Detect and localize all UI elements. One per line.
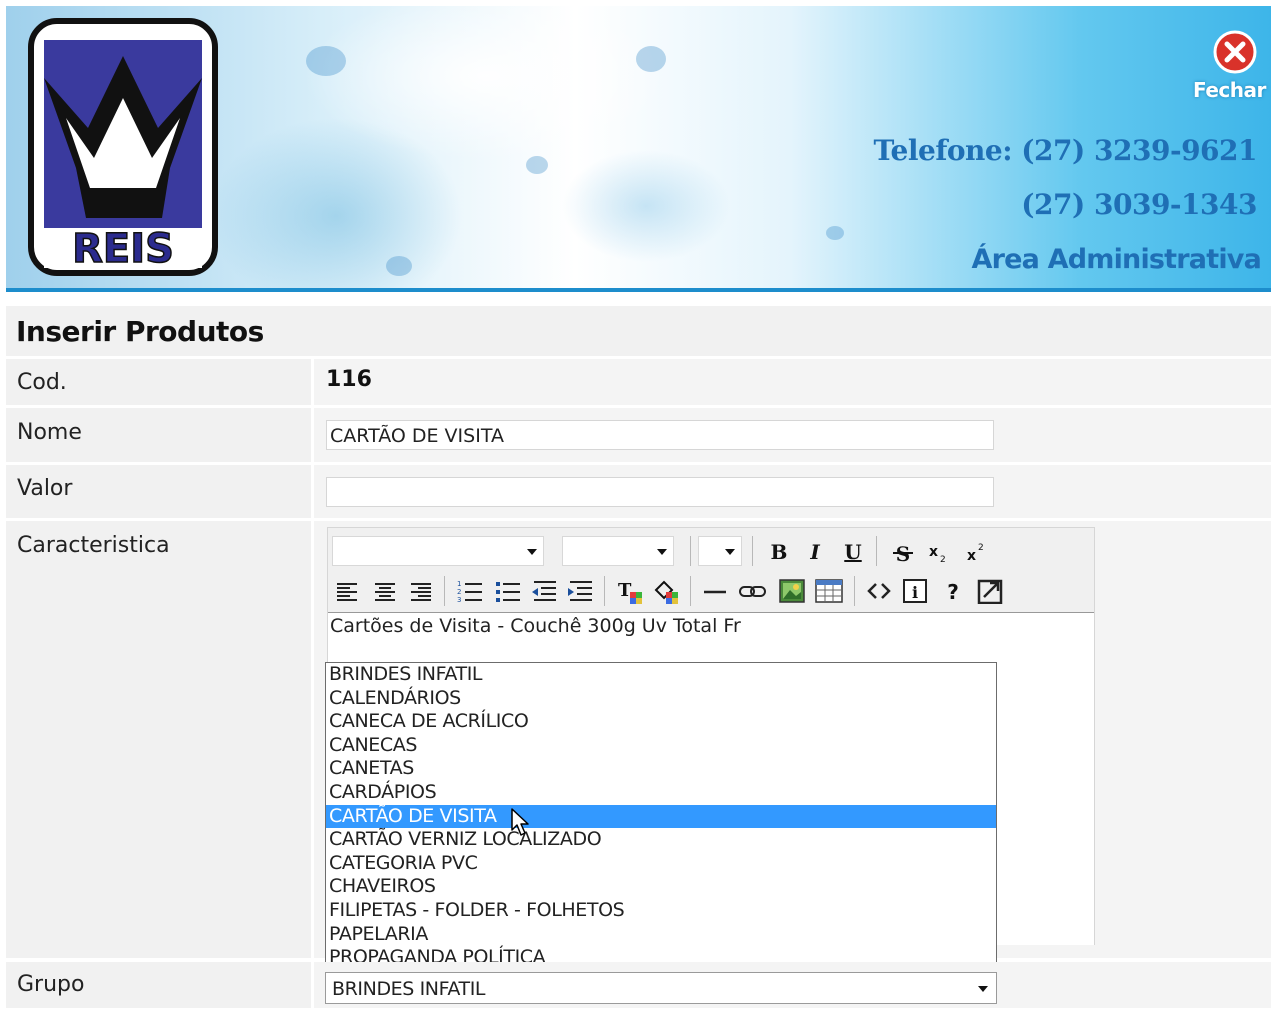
grupo-label-cell: Grupo bbox=[6, 962, 311, 1008]
valor-label: Valor bbox=[17, 476, 73, 501]
nome-input[interactable]: CARTÃO DE VISITA bbox=[326, 420, 994, 450]
svg-text:3: 3 bbox=[457, 596, 461, 604]
grupo-option[interactable]: CHAVEIROS bbox=[326, 875, 996, 899]
grupo-option[interactable]: PAPELARIA bbox=[326, 923, 996, 947]
grupo-option[interactable]: CARDÁPIOS bbox=[326, 781, 996, 805]
text-color-icon[interactable]: T bbox=[616, 578, 644, 604]
svg-text:2: 2 bbox=[457, 588, 461, 596]
horizontal-rule-icon[interactable] bbox=[702, 578, 728, 604]
valor-label-cell: Valor bbox=[6, 465, 311, 518]
toolbar-divider bbox=[690, 576, 691, 606]
grupo-label: Grupo bbox=[17, 972, 85, 997]
indent-icon[interactable] bbox=[566, 578, 594, 604]
title-row: Inserir Produtos bbox=[6, 306, 1271, 356]
valor-value-cell bbox=[314, 465, 1271, 518]
background-color-icon[interactable] bbox=[652, 578, 680, 604]
align-right-icon[interactable] bbox=[408, 578, 434, 604]
source-code-icon[interactable] bbox=[866, 578, 892, 604]
svg-text:T: T bbox=[618, 580, 632, 601]
nome-label-cell: Nome bbox=[6, 408, 311, 462]
link-icon[interactable] bbox=[738, 578, 768, 604]
bold-button[interactable]: B bbox=[766, 538, 792, 566]
unordered-list-icon[interactable] bbox=[494, 578, 522, 604]
fullscreen-icon[interactable] bbox=[976, 578, 1004, 604]
toolbar-divider bbox=[752, 536, 753, 566]
format-select[interactable] bbox=[698, 536, 742, 566]
cod-value-cell: 116 bbox=[314, 359, 1271, 405]
logo-text: REIS bbox=[72, 226, 174, 272]
phone-number-2: (27) 3039-1343 bbox=[1021, 188, 1257, 221]
grupo-selected-value: BRINDES INFATIL bbox=[332, 978, 486, 1000]
svg-text:2: 2 bbox=[940, 555, 946, 565]
grupo-option[interactable]: CARTÃO VERNIZ LOCALIZADO bbox=[326, 828, 996, 852]
grupo-option[interactable]: CANECA DE ACRÍLICO bbox=[326, 710, 996, 734]
toolbar-divider bbox=[604, 576, 605, 606]
valor-input[interactable] bbox=[326, 477, 994, 507]
strikethrough-icon[interactable]: S bbox=[890, 540, 916, 566]
grupo-option[interactable]: BRINDES INFATIL bbox=[326, 663, 996, 687]
toolbar-divider bbox=[876, 536, 877, 566]
image-icon[interactable] bbox=[778, 578, 806, 604]
chevron-down-icon bbox=[527, 549, 537, 555]
superscript-icon[interactable]: x2 bbox=[964, 540, 990, 566]
caracteristica-label: Caracteristica bbox=[17, 533, 170, 558]
close-button[interactable]: Fechar bbox=[1193, 30, 1266, 102]
close-label[interactable]: Fechar bbox=[1193, 78, 1266, 102]
font-size-select[interactable] bbox=[562, 536, 674, 566]
reis-logo: REIS bbox=[28, 18, 218, 276]
decor-splat bbox=[526, 156, 548, 174]
chevron-down-icon bbox=[657, 549, 667, 555]
nome-label: Nome bbox=[17, 420, 82, 445]
help-button[interactable]: ? bbox=[940, 578, 966, 606]
chevron-down-icon bbox=[725, 549, 735, 555]
nome-value-cell: CARTÃO DE VISITA bbox=[314, 408, 1271, 462]
phone-number-1: Telefone: (27) 3239-9621 bbox=[873, 134, 1257, 167]
svg-text:x: x bbox=[967, 548, 976, 564]
italic-button[interactable]: I bbox=[802, 538, 828, 566]
decor-splat bbox=[826, 226, 844, 240]
decor-splat bbox=[306, 46, 346, 76]
decor-splat bbox=[636, 46, 666, 72]
outdent-icon[interactable] bbox=[530, 578, 558, 604]
grupo-dropdown-list[interactable]: BRINDES INFATIL CALENDÁRIOS CANECA DE ACRÍ… bbox=[325, 662, 997, 970]
grupo-option[interactable]: CANETAS bbox=[326, 757, 996, 781]
table-icon[interactable] bbox=[814, 578, 844, 604]
cod-label: Cod. bbox=[17, 370, 67, 395]
toolbar-divider bbox=[854, 576, 855, 606]
decor-splat bbox=[386, 256, 412, 276]
svg-text:x: x bbox=[929, 544, 938, 560]
grupo-option[interactable]: CANECAS bbox=[326, 734, 996, 758]
toolbar-divider bbox=[690, 536, 691, 566]
page-title: Inserir Produtos bbox=[16, 315, 264, 348]
svg-text:1: 1 bbox=[457, 580, 461, 588]
header-banner: REIS Fechar Telefone: (27) 3239-9621 (27… bbox=[6, 6, 1271, 292]
admin-area-label: Área Administrativa bbox=[971, 244, 1261, 275]
align-left-icon[interactable] bbox=[334, 578, 360, 604]
info-glyph: i bbox=[912, 583, 918, 602]
subscript-icon[interactable]: x2 bbox=[926, 540, 952, 566]
toolbar-divider bbox=[444, 576, 445, 606]
grupo-option[interactable]: CALENDÁRIOS bbox=[326, 687, 996, 711]
align-center-icon[interactable] bbox=[372, 578, 398, 604]
ordered-list-icon[interactable]: 123 bbox=[456, 578, 484, 604]
font-family-select[interactable] bbox=[332, 536, 544, 566]
cod-label-cell: Cod. bbox=[6, 359, 311, 405]
mouse-cursor-icon bbox=[511, 808, 529, 836]
editor-content[interactable]: Cartões de Visita - Couchê 300g Uv Total… bbox=[330, 615, 741, 637]
info-icon[interactable]: i bbox=[902, 578, 928, 604]
underline-button[interactable]: U bbox=[840, 538, 866, 566]
grupo-option[interactable]: FILIPETAS - FOLDER - FOLHETOS bbox=[326, 899, 996, 923]
grupo-select[interactable]: BRINDES INFATIL bbox=[325, 972, 997, 1004]
caracteristica-label-cell: Caracteristica bbox=[6, 521, 311, 958]
close-icon[interactable] bbox=[1213, 30, 1257, 74]
svg-text:2: 2 bbox=[978, 543, 984, 553]
chevron-down-icon bbox=[978, 986, 988, 992]
cod-value: 116 bbox=[326, 367, 372, 392]
grupo-option[interactable]: CARTÃO DE VISITA bbox=[326, 804, 996, 829]
grupo-option[interactable]: CATEGORIA PVC bbox=[326, 852, 996, 876]
